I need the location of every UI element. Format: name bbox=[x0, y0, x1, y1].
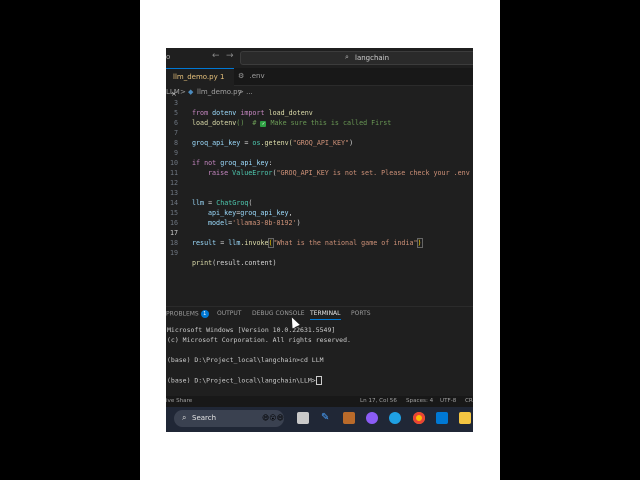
terminal-line: (c) Microsoft Corporation. All rights re… bbox=[167, 336, 351, 344]
pen-icon[interactable]: ✎ bbox=[321, 412, 333, 424]
code-line-8: groq_api_key = os.getenv("GROQ_API_KEY") bbox=[192, 139, 354, 147]
taskbar-search[interactable]: ⌕ Search 😄😮😄 bbox=[174, 410, 284, 427]
code-line-11: raise ValueError("GROQ_API_KEY is not se… bbox=[208, 169, 470, 177]
command-center-search[interactable]: ⌕ langchain bbox=[240, 51, 473, 65]
forward-arrow-icon[interactable]: → bbox=[226, 51, 234, 61]
gear-icon: ⚙ bbox=[238, 72, 245, 80]
line-number: 6 bbox=[173, 119, 178, 127]
code-line-15: model='llama3-8b-8192') bbox=[208, 219, 301, 227]
breadcrumb-separator: > ... bbox=[238, 88, 253, 96]
terminal[interactable]: Microsoft Windows [Version 10.0.22631.55… bbox=[166, 326, 473, 396]
problems-count-badge: 1 bbox=[200, 310, 209, 318]
breadcrumb-file[interactable]: llm_demo.py bbox=[197, 86, 242, 98]
code-line-5: from dotenv import load_dotenv bbox=[192, 109, 313, 117]
code-line-17: result = llm.invoke("What is the nationa… bbox=[192, 238, 423, 248]
terminal-cursor bbox=[315, 376, 322, 385]
folder-icon[interactable] bbox=[459, 412, 471, 424]
indentation[interactable]: Spaces: 4 bbox=[406, 396, 433, 407]
vscode-window: o ← → ⌕ langchain llm_demo.py 1 × ⚙ .env… bbox=[166, 48, 473, 432]
line-number: 12 bbox=[169, 179, 178, 187]
line-number: 11 bbox=[169, 169, 178, 177]
vscode-icon[interactable] bbox=[436, 412, 448, 424]
title-fragment: o bbox=[166, 53, 171, 61]
code-line-10: if not groq_api_key: bbox=[192, 159, 273, 167]
white-frame: o ← → ⌕ langchain llm_demo.py 1 × ⚙ .env… bbox=[140, 0, 500, 480]
line-ending[interactable]: CR bbox=[465, 396, 473, 407]
windows-taskbar: ⌕ Search 😄😮😄 ✎ bbox=[166, 407, 473, 432]
tab-debug-console[interactable]: DEBUG CONSOLE bbox=[252, 310, 305, 317]
line-number: 10 bbox=[169, 159, 178, 167]
code-line-13: llm = ChatGroq( bbox=[192, 199, 253, 207]
line-number: 14 bbox=[169, 199, 178, 207]
edge-icon[interactable] bbox=[389, 412, 401, 424]
tab-label: .env bbox=[249, 72, 265, 80]
tab-terminal[interactable]: TERMINAL bbox=[310, 310, 341, 320]
editor-tabs: llm_demo.py 1 × ⚙ .env bbox=[166, 68, 473, 98]
search-icon: ⌕ bbox=[182, 413, 187, 422]
title-bar: o ← → ⌕ langchain bbox=[166, 48, 473, 66]
line-number-current: 17 bbox=[169, 229, 178, 237]
line-number: 15 bbox=[169, 209, 178, 217]
live-share-status[interactable]: ive Share bbox=[166, 396, 192, 407]
workspace-name: langchain bbox=[355, 54, 390, 62]
line-number: 16 bbox=[169, 219, 178, 227]
breadcrumb: LLM > ◆ llm_demo.py > ... bbox=[166, 86, 473, 98]
line-number: 5 bbox=[173, 109, 178, 117]
line-number: 3 bbox=[173, 99, 178, 107]
code-line-6: load_dotenv() # ✓ Make sure this is call… bbox=[192, 119, 392, 127]
cursor-position[interactable]: Ln 17, Col 56 bbox=[360, 396, 397, 407]
code-line-14: api_key=groq_api_key, bbox=[208, 209, 293, 217]
tab-problems[interactable]: PROBLEMS 1 bbox=[166, 310, 209, 318]
tab-ports[interactable]: PORTS bbox=[351, 310, 371, 317]
tab-label: llm_demo.py 1 bbox=[173, 73, 225, 81]
status-bar: ive Share Ln 17, Col 56 Spaces: 4 UTF-8 … bbox=[166, 396, 473, 407]
chrome-icon[interactable] bbox=[413, 412, 425, 424]
code-line-19: print(result.content) bbox=[192, 259, 277, 267]
check-icon: ✓ bbox=[260, 121, 267, 127]
search-icon: ⌕ bbox=[345, 53, 349, 61]
copilot-icon[interactable] bbox=[366, 412, 378, 424]
line-number: 9 bbox=[173, 149, 178, 157]
line-number: 8 bbox=[173, 139, 178, 147]
line-number: 13 bbox=[169, 189, 178, 197]
store-icon[interactable] bbox=[343, 412, 355, 424]
breadcrumb-separator: > bbox=[180, 88, 186, 96]
back-arrow-icon[interactable]: ← bbox=[212, 51, 220, 61]
taskbar-search-label: Search bbox=[192, 414, 217, 422]
tab-output[interactable]: OUTPUT bbox=[217, 310, 241, 317]
line-number: 7 bbox=[173, 129, 178, 137]
python-icon: ◆ bbox=[188, 88, 194, 96]
terminal-line: Microsoft Windows [Version 10.0.22631.55… bbox=[167, 326, 336, 334]
encoding[interactable]: UTF-8 bbox=[440, 396, 456, 407]
code-editor[interactable]: 3 5 6 7 8 9 10 11 12 13 14 15 16 17 18 1… bbox=[166, 99, 473, 299]
emoji-icon: 😄😮😄 bbox=[262, 414, 284, 422]
breadcrumb-folder[interactable]: LLM bbox=[166, 86, 180, 98]
tab-env[interactable]: ⚙ .env bbox=[238, 68, 278, 85]
line-number: 18 bbox=[169, 239, 178, 247]
terminal-prompt: (base) D:\Project_local\langchain\LLM> bbox=[167, 376, 322, 385]
file-explorer-icon[interactable] bbox=[297, 412, 309, 424]
line-number: 19 bbox=[169, 249, 178, 257]
tab-llm-demo[interactable]: llm_demo.py 1 × bbox=[166, 68, 234, 98]
terminal-line: (base) D:\Project_local\langchain>cd LLM bbox=[167, 356, 324, 364]
panel-tabs: PROBLEMS 1 OUTPUT DEBUG CONSOLE TERMINAL … bbox=[166, 306, 473, 321]
